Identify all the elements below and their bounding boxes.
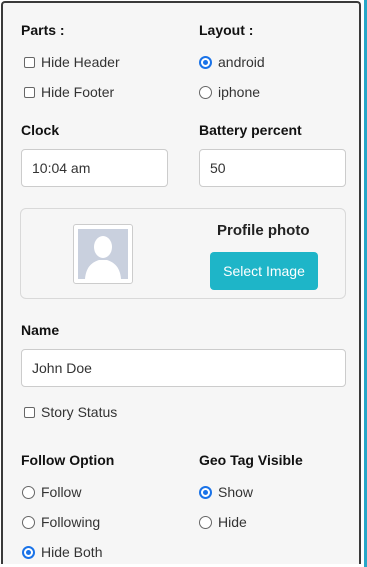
battery-label: Battery percent	[199, 122, 302, 138]
layout-radio-android[interactable]: android	[199, 54, 265, 70]
clock-label: Clock	[21, 122, 60, 138]
checkbox-box[interactable]	[24, 56, 35, 68]
radio-unselected[interactable]	[22, 515, 35, 529]
geo-tag-heading: Geo Tag Visible	[199, 452, 303, 468]
settings-panel: Parts : Hide Header Hide Footer Layout :…	[1, 1, 361, 564]
checkbox-box[interactable]	[24, 86, 35, 98]
radio-unselected[interactable]	[199, 515, 212, 529]
name-input[interactable]: John Doe	[21, 349, 346, 387]
profile-photo-box: Profile photo Select Image	[20, 208, 346, 299]
geotag-radio-hide[interactable]: Hide	[199, 514, 247, 530]
radio-unselected[interactable]	[199, 85, 212, 99]
checkbox-box[interactable]	[24, 406, 35, 418]
hide-header-checkbox[interactable]: Hide Header	[24, 54, 120, 70]
layout-radio-iphone[interactable]: iphone	[199, 84, 260, 100]
follow-radio-hide-both[interactable]: Hide Both	[22, 544, 102, 560]
layout-iphone-label: iphone	[218, 84, 261, 100]
radio-selected[interactable]	[22, 545, 35, 559]
hide-header-label: Hide Header	[41, 54, 120, 70]
layout-heading: Layout :	[199, 22, 254, 38]
radio-selected[interactable]	[199, 55, 212, 69]
show-label: Show	[218, 484, 254, 500]
hide-footer-checkbox[interactable]: Hide Footer	[24, 84, 114, 100]
avatar-placeholder-icon	[78, 229, 128, 279]
battery-input[interactable]: 50	[199, 149, 346, 187]
clock-input[interactable]: 10:04 am	[21, 149, 168, 187]
follow-label: Follow	[41, 484, 82, 500]
avatar	[73, 224, 133, 284]
following-label: Following	[41, 514, 101, 530]
story-status-label: Story Status	[41, 404, 118, 420]
select-image-button[interactable]: Select Image	[210, 252, 318, 290]
hide-both-label: Hide Both	[41, 544, 103, 560]
name-label: Name	[21, 322, 60, 338]
story-status-checkbox[interactable]: Story Status	[24, 404, 117, 420]
layout-android-label: android	[218, 54, 265, 70]
profile-photo-label: Profile photo	[217, 222, 310, 239]
hide-footer-label: Hide Footer	[41, 84, 115, 100]
radio-unselected[interactable]	[22, 485, 35, 499]
radio-selected[interactable]	[199, 485, 212, 499]
geotag-radio-show[interactable]: Show	[199, 484, 253, 500]
follow-radio-following[interactable]: Following	[22, 514, 100, 530]
follow-radio-follow[interactable]: Follow	[22, 484, 81, 500]
parts-heading: Parts :	[21, 22, 65, 38]
follow-option-heading: Follow Option	[21, 452, 115, 468]
hide-label: Hide	[218, 514, 247, 530]
